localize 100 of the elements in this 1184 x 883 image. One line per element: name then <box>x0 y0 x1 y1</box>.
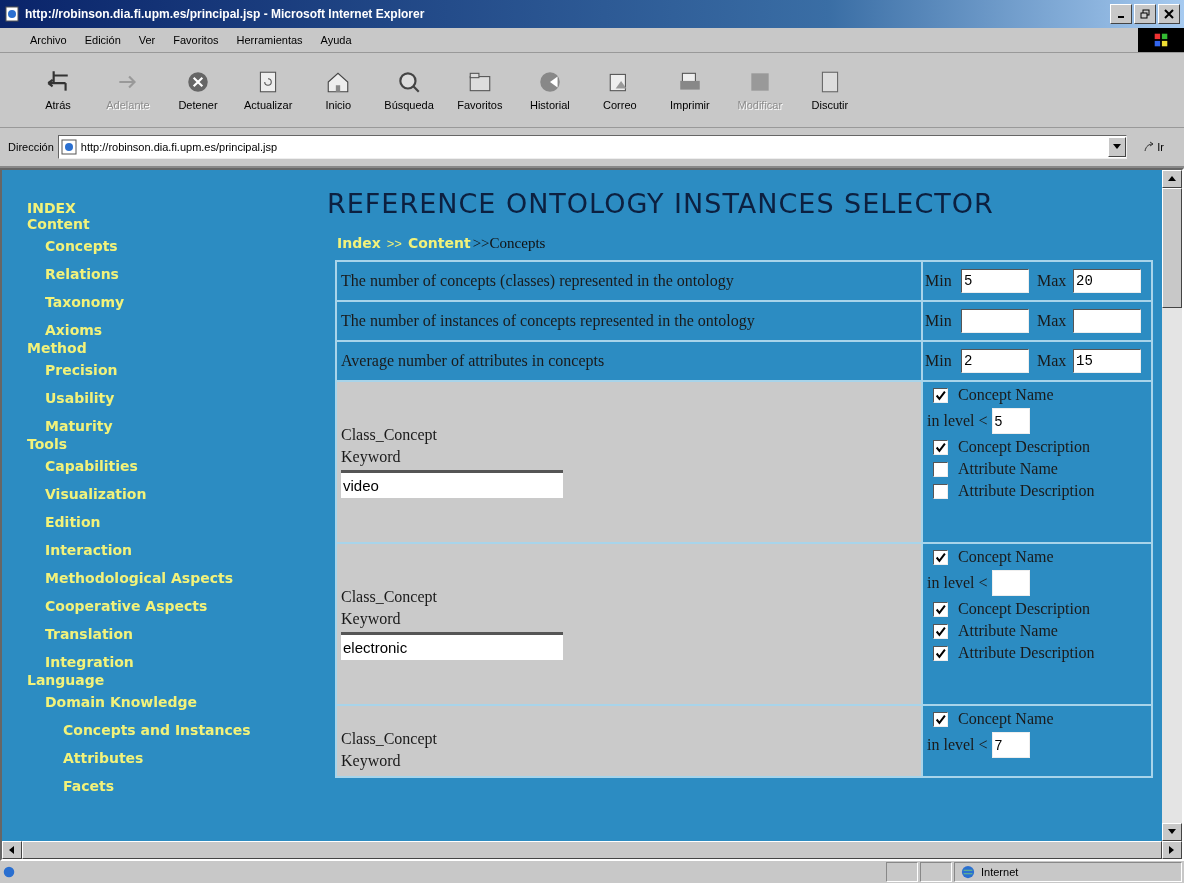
sidebar-link[interactable]: Edition <box>27 508 327 536</box>
toolbar-button[interactable]: Atrás <box>30 67 86 113</box>
min-field[interactable]: 5 <box>961 269 1029 293</box>
toolbar-button[interactable]: Actualizar <box>240 67 297 113</box>
sidebar-link[interactable]: Cooperative Aspects <box>27 592 327 620</box>
menu-item[interactable]: Ayuda <box>320 34 352 46</box>
close-button[interactable] <box>1158 4 1180 24</box>
right-arrow-icon <box>1169 846 1175 854</box>
page-heading: REFERENCE ONTOLOGY INSTANCES SELECTOR <box>327 188 995 219</box>
checkbox-label: Attribute Description <box>958 644 1095 662</box>
max-field[interactable] <box>1073 309 1141 333</box>
toolbar-button[interactable]: Detener <box>170 67 226 113</box>
sidebar-link[interactable]: Translation <box>27 620 327 648</box>
checkbox[interactable] <box>933 601 948 617</box>
keyword-label: Keyword <box>341 610 401 628</box>
dropdown-button[interactable] <box>1108 137 1127 157</box>
sidebar-link[interactable]: Usability <box>27 384 327 412</box>
window-title: http://robinson.dia.fi.upm.es/principal.jsp - Microsoft Internet Explorer <box>25 7 425 21</box>
toolbar-button[interactable]: Imprimir <box>661 67 718 113</box>
max-field[interactable]: 15 <box>1073 349 1141 373</box>
sidebar-link[interactable]: Content <box>27 216 327 232</box>
checkmark-icon <box>935 625 946 637</box>
sidebar-link[interactable]: Visualization <box>27 480 327 508</box>
keyword-label: Keyword <box>341 752 401 770</box>
level-field[interactable] <box>991 570 1030 596</box>
breadcrumb-current: >>Concepts <box>472 235 546 252</box>
checkmark-icon <box>935 389 946 401</box>
checkbox[interactable] <box>933 623 948 639</box>
menu-item[interactable]: Herramientas <box>236 34 303 46</box>
minimize-icon <box>1118 16 1124 18</box>
left-arrow-icon <box>9 846 15 854</box>
minimize-button[interactable] <box>1110 4 1132 24</box>
menu-item[interactable]: Favoritos <box>173 34 219 46</box>
table-cell: The number of concepts (classes) represented in the ontology <box>337 262 921 300</box>
stop-icon <box>185 69 211 95</box>
horizontal-scrollbar[interactable] <box>2 841 1182 859</box>
class-label: Class_Concept <box>341 588 437 606</box>
level-field[interactable]: 7 <box>991 732 1030 758</box>
breadcrumb-link[interactable]: Index <box>337 235 381 251</box>
checkbox-label: Concept Description <box>958 600 1090 618</box>
vertical-scrollbar[interactable] <box>1162 170 1182 841</box>
scroll-thumb[interactable] <box>1162 188 1182 308</box>
sidebar-link[interactable]: Taxonomy <box>27 288 327 316</box>
checkbox[interactable] <box>933 549 948 565</box>
restore-button[interactable] <box>1134 4 1156 24</box>
sidebar-link[interactable]: Facets <box>27 772 327 800</box>
max-label: Max <box>1037 352 1068 370</box>
sidebar-link[interactable]: Interaction <box>27 536 327 564</box>
sidebar-link[interactable]: Attributes <box>27 744 327 772</box>
min-field[interactable] <box>961 309 1029 333</box>
checkbox[interactable] <box>933 461 948 477</box>
toolbar-button[interactable]: Correo <box>591 67 648 113</box>
go-button[interactable]: Ir <box>1131 141 1176 153</box>
menu-item[interactable]: Ver <box>138 34 156 46</box>
sidebar-link[interactable]: Tools <box>27 436 327 452</box>
checkbox[interactable] <box>933 439 948 455</box>
checkmark-icon <box>935 713 946 725</box>
toolbar-button[interactable]: Búsqueda <box>380 67 438 113</box>
sidebar-link[interactable]: Precision <box>27 356 327 384</box>
sidebar-link[interactable]: Methodological Aspects <box>27 564 327 592</box>
checkbox[interactable] <box>933 387 948 403</box>
sidebar-link[interactable]: Method <box>27 340 327 356</box>
keyword-field[interactable]: video <box>341 470 563 498</box>
zone-label: Internet <box>981 866 1019 878</box>
keyword-field[interactable]: electronic <box>341 632 563 660</box>
checkbox[interactable] <box>933 645 948 661</box>
close-icon <box>1164 9 1174 19</box>
toolbar-button[interactable]: Favoritos <box>451 67 508 113</box>
go-arrow-icon <box>1143 141 1156 153</box>
toolbar-button[interactable]: Inicio <box>310 67 367 113</box>
checkbox-label: Concept Name <box>958 710 1054 728</box>
level-label: in level < <box>927 412 988 430</box>
toolbar-button[interactable]: Historial <box>521 67 578 113</box>
breadcrumb-link[interactable]: Content <box>407 235 471 251</box>
sidebar-link[interactable]: Concepts and Instances <box>27 716 327 744</box>
sidebar-link[interactable]: INDEX <box>27 200 327 216</box>
address-field[interactable]: http://robinson.dia.fi.upm.es/principal.jsp <box>57 135 1128 159</box>
sidebar-link[interactable]: Domain Knowledge <box>27 688 327 716</box>
checkmark-icon <box>935 441 946 453</box>
sidebar-link[interactable]: Concepts <box>27 232 327 260</box>
max-field[interactable]: 20 <box>1073 269 1141 293</box>
checkbox-label: Concept Name <box>958 548 1054 566</box>
menu-item[interactable]: Archivo <box>30 34 67 46</box>
class-label: Class_Concept <box>341 426 437 444</box>
sidebar-link[interactable]: Relations <box>27 260 327 288</box>
sidebar-link[interactable]: Capabilities <box>27 452 327 480</box>
breadcrumb-separator: >> <box>386 236 402 251</box>
class-label: Class_Concept <box>341 730 437 748</box>
restore-icon <box>1140 9 1150 19</box>
checkbox-label: Attribute Description <box>958 482 1095 500</box>
level-field[interactable]: 5 <box>991 408 1030 434</box>
min-field[interactable]: 2 <box>961 349 1029 373</box>
menu-item[interactable]: Edición <box>84 34 121 46</box>
checkbox-label: Concept Name <box>958 386 1054 404</box>
toolbar-button[interactable]: Discutir <box>801 67 858 113</box>
checkbox[interactable] <box>933 483 948 499</box>
checkbox[interactable] <box>933 711 948 727</box>
checkbox-label: Attribute Name <box>958 460 1058 478</box>
page-icon <box>60 139 77 155</box>
keyword-label: Keyword <box>341 448 401 466</box>
